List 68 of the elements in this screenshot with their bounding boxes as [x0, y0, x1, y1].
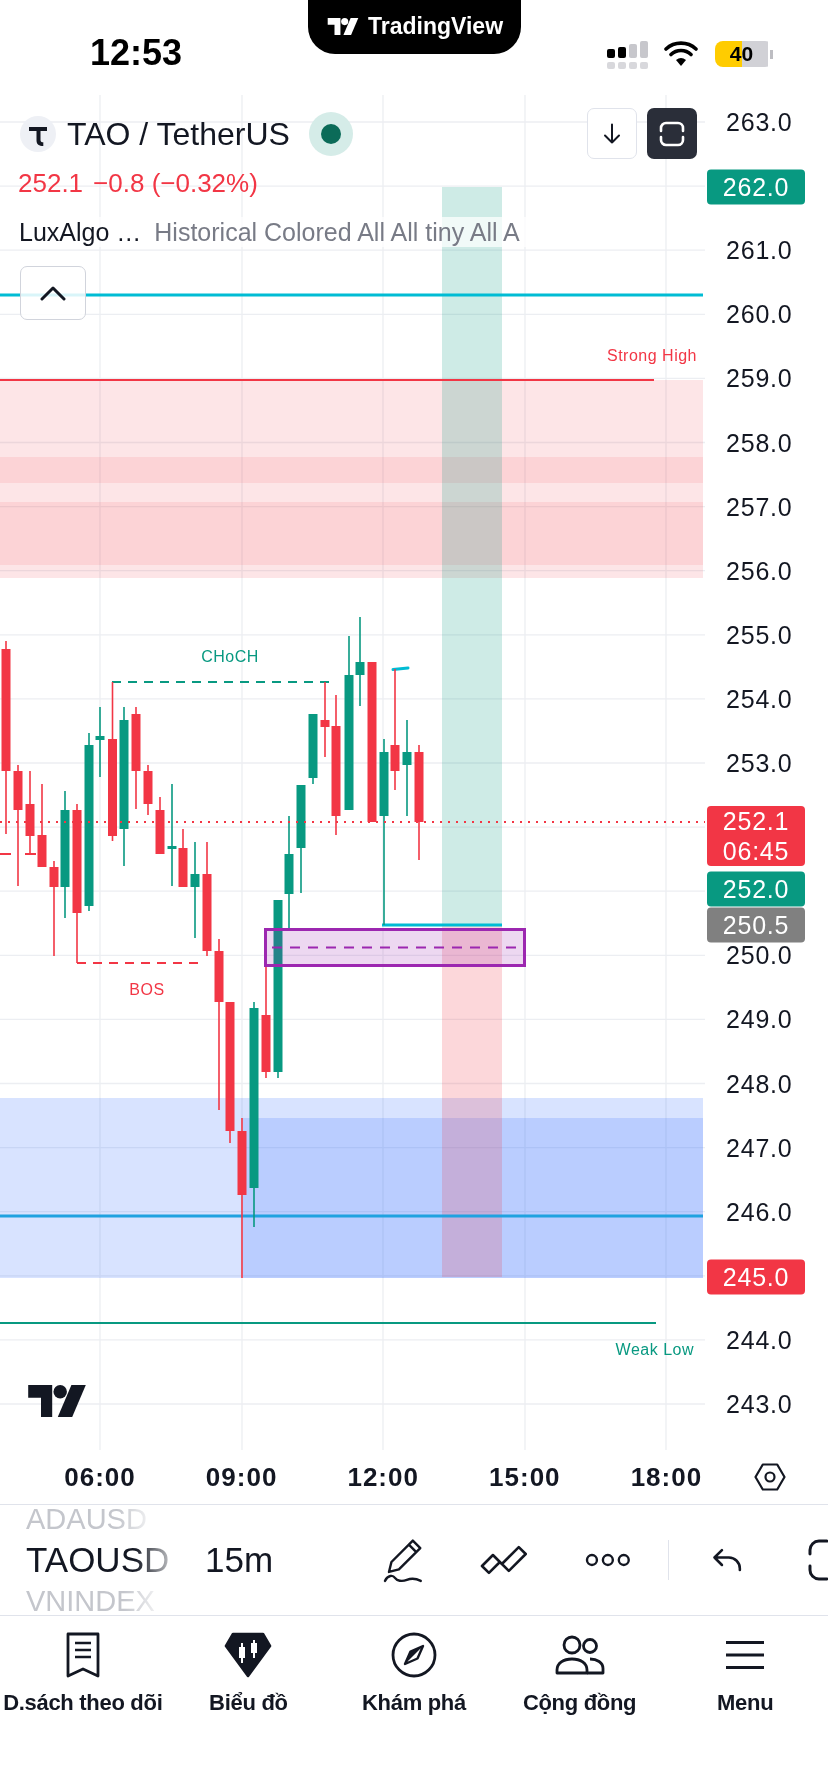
settings-icon[interactable]	[754, 1463, 786, 1491]
falling-candle	[178, 828, 188, 888]
rising-candle	[308, 713, 318, 785]
price-change-text: −0.8 (−0.32%)	[93, 168, 258, 198]
time-axis-label: 06:00	[64, 1462, 136, 1492]
clock-text: 12:53	[90, 32, 183, 74]
price-tag: 245.0	[707, 1259, 805, 1295]
time-axis-label: 12:00	[347, 1462, 419, 1492]
price-tag: 262.0	[707, 169, 805, 205]
dashed-line	[0, 853, 38, 855]
price-axis-label: 259.0	[726, 365, 793, 392]
zigzag-icon[interactable]	[478, 1545, 529, 1575]
price-axis-label: 256.0	[726, 557, 793, 584]
falling-candle	[143, 764, 153, 816]
logo-icon	[25, 1385, 89, 1417]
bracket-icon[interactable]	[808, 1539, 828, 1581]
indicator-name[interactable]: LuxAlgo …	[19, 217, 142, 247]
time-axis-label: 18:00	[630, 1462, 703, 1492]
price-axis-label: 254.0	[726, 685, 793, 712]
interval-button[interactable]: 15m	[205, 1540, 274, 1580]
price-tag: 252.0	[707, 871, 805, 906]
symbol-title[interactable]: TAO / TetherUS	[67, 114, 290, 153]
logo-icon	[325, 17, 360, 35]
price-text: 252.1	[18, 168, 84, 198]
price-axis-label: 257.0	[726, 493, 793, 520]
chart-label: CHoCH	[201, 647, 259, 667]
price-axis-label: 255.0	[726, 621, 793, 648]
nav-tab[interactable]: D.sách theo dõi	[0, 1616, 166, 1716]
nav-tab[interactable]: Menu	[662, 1616, 828, 1716]
short-level-mark	[391, 666, 410, 671]
chart-label: Weak Low	[615, 1340, 694, 1360]
nav-tab[interactable]: Khám phá	[331, 1616, 497, 1716]
frame-icon	[659, 120, 685, 147]
nav-tab[interactable]: Cộng đồng	[496, 1616, 663, 1716]
price-tag: 250.5	[707, 907, 805, 942]
price-axis-label: 248.0	[726, 1070, 793, 1097]
price-axis-label: 249.0	[726, 1006, 793, 1033]
app-name-text: TradingView	[367, 12, 504, 40]
chart-label: BOS	[129, 980, 165, 1000]
chart-label: Strong High	[607, 346, 697, 366]
more-icon[interactable]	[584, 1553, 631, 1567]
signal-icon	[607, 41, 648, 69]
down-arrow-icon	[603, 122, 621, 145]
chevron-up-icon	[40, 285, 66, 301]
symbol-option[interactable]: TAOUSD	[26, 1540, 170, 1580]
price-axis-label: 260.0	[726, 301, 793, 328]
price-axis-label: 263.0	[726, 109, 793, 135]
wifi-icon	[664, 41, 698, 67]
price-text: 252.1	[721, 805, 791, 836]
price-axis-label: 253.0	[726, 750, 793, 776]
price-axis-label: 261.0	[726, 237, 793, 264]
price-axis-label: 250.0	[726, 942, 793, 969]
price-axis-label: 243.0	[726, 1391, 793, 1417]
price-axis-label: 258.0	[726, 429, 793, 456]
price-axis-label: 247.0	[726, 1134, 793, 1161]
frame-button[interactable]	[647, 108, 697, 159]
falling-candle	[155, 796, 165, 855]
price-axis-label: 244.0	[726, 1326, 793, 1353]
collapse-button[interactable]	[20, 266, 86, 320]
price-axis-label: 246.0	[726, 1198, 793, 1225]
down-arrow-button[interactable]	[587, 108, 637, 159]
time-axis-label: 15:00	[489, 1462, 561, 1492]
time-axis-label: 09:00	[205, 1462, 278, 1492]
undo-icon[interactable]	[712, 1548, 743, 1572]
indicator-settings-text: Historical Colored All All tiny All A	[154, 217, 520, 247]
countdown-text: 06:45	[721, 835, 791, 866]
nav-tab[interactable]: Biểu đồ	[165, 1616, 332, 1716]
status-dot-icon	[308, 111, 353, 156]
